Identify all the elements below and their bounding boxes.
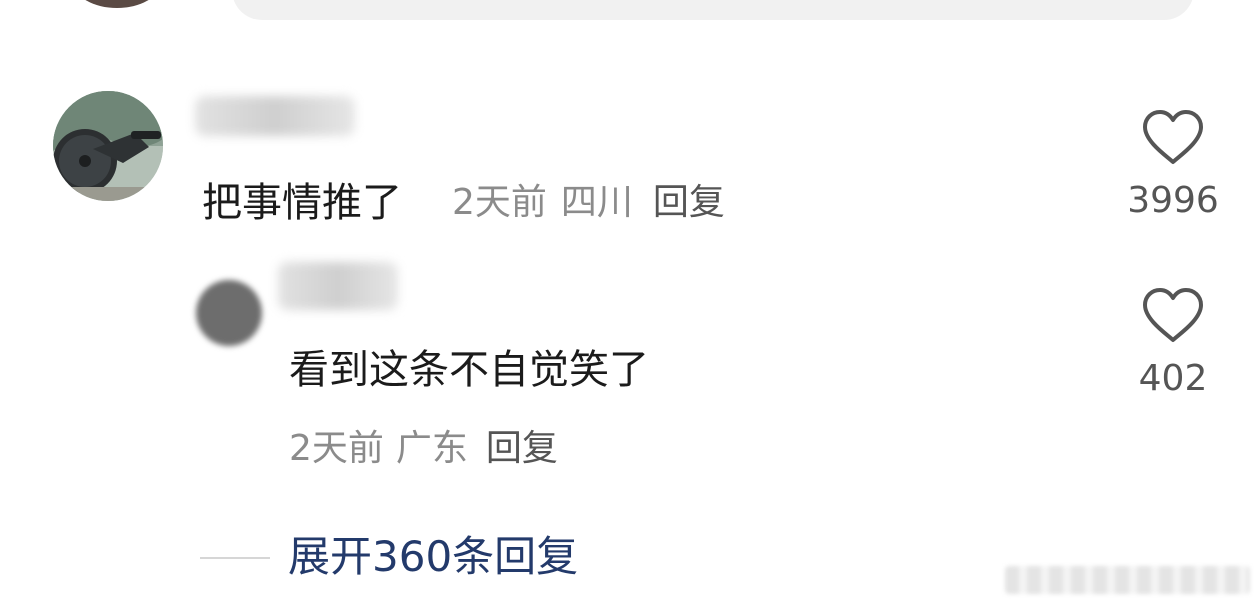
reply-like[interactable]: 402	[1123, 287, 1223, 401]
expand-replies-button[interactable]: 展开360条回复	[288, 532, 578, 582]
comment-reply-button[interactable]: 回复	[653, 182, 725, 223]
reply-meta: 2天前 广东 回复	[289, 427, 570, 471]
previous-avatar	[74, 0, 160, 8]
comment-like-count: 3996	[1127, 180, 1219, 221]
reply-author-name[interactable]	[278, 262, 398, 310]
watermark	[1005, 566, 1250, 594]
reply-text: 看到这条不自觉笑了	[289, 347, 649, 393]
comment-input-box[interactable]	[232, 0, 1194, 20]
comment-text: 把事情推了	[202, 180, 402, 226]
heart-icon[interactable]	[1141, 287, 1205, 343]
heart-icon[interactable]	[1141, 109, 1205, 165]
comment-meta: 2天前 四川 回复	[452, 181, 739, 225]
reply-location: 广东	[395, 428, 468, 469]
commenter-name[interactable]	[195, 96, 355, 136]
reply-avatar[interactable]	[196, 280, 262, 346]
comment-like[interactable]: 3996	[1123, 109, 1223, 223]
reply-reply-button[interactable]: 回复	[486, 428, 558, 469]
expand-divider	[200, 557, 270, 559]
commenter-avatar[interactable]	[53, 91, 163, 201]
reply-time: 2天前	[289, 428, 384, 469]
comment-time: 2天前	[452, 182, 547, 223]
comment-location: 四川	[560, 182, 633, 223]
reply-like-count: 402	[1138, 358, 1208, 399]
